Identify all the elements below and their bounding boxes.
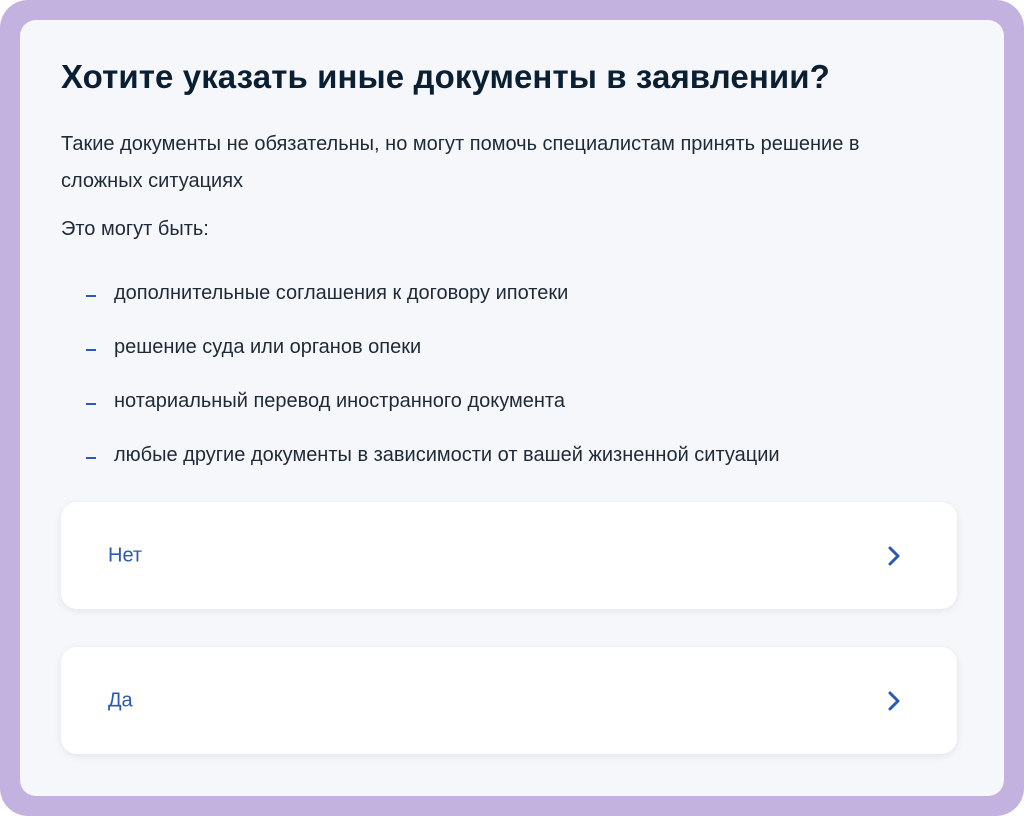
page-title: Хотите указать иные документы в заявлени…	[61, 58, 830, 95]
dash-bullet-icon	[86, 295, 96, 297]
question-panel: Хотите указать иные документы в заявлени…	[20, 20, 1004, 796]
list-item-text: решение суда или органов опеки	[114, 335, 422, 358]
answer-no-button[interactable]: Нет	[61, 502, 957, 609]
list-item: любые другие документы в зависимости от …	[61, 428, 780, 482]
document-examples-list: дополнительные соглашения к договору ипо…	[61, 266, 780, 482]
question-description: Такие документы не обязательны, но могут…	[61, 133, 860, 192]
chevron-right-icon	[888, 546, 900, 565]
list-intro: Это могут быть:	[61, 218, 209, 240]
list-item: нотариальный перевод иностранного докуме…	[61, 374, 780, 428]
list-item-text: любые другие документы в зависимости от …	[114, 443, 780, 466]
list-item-text: дополнительные соглашения к договору ипо…	[114, 281, 569, 304]
dash-bullet-icon	[86, 403, 96, 405]
list-item: решение суда или органов опеки	[61, 320, 780, 374]
answer-yes-label: Да	[108, 689, 133, 711]
answer-no-label: Нет	[108, 544, 143, 566]
dash-bullet-icon	[86, 349, 96, 351]
outer-frame: Хотите указать иные документы в заявлени…	[0, 0, 1024, 816]
chevron-right-icon	[888, 691, 900, 710]
answer-yes-button[interactable]: Да	[61, 647, 957, 754]
list-item: дополнительные соглашения к договору ипо…	[61, 266, 780, 320]
dash-bullet-icon	[86, 457, 96, 459]
list-item-text: нотариальный перевод иностранного докуме…	[114, 389, 565, 412]
